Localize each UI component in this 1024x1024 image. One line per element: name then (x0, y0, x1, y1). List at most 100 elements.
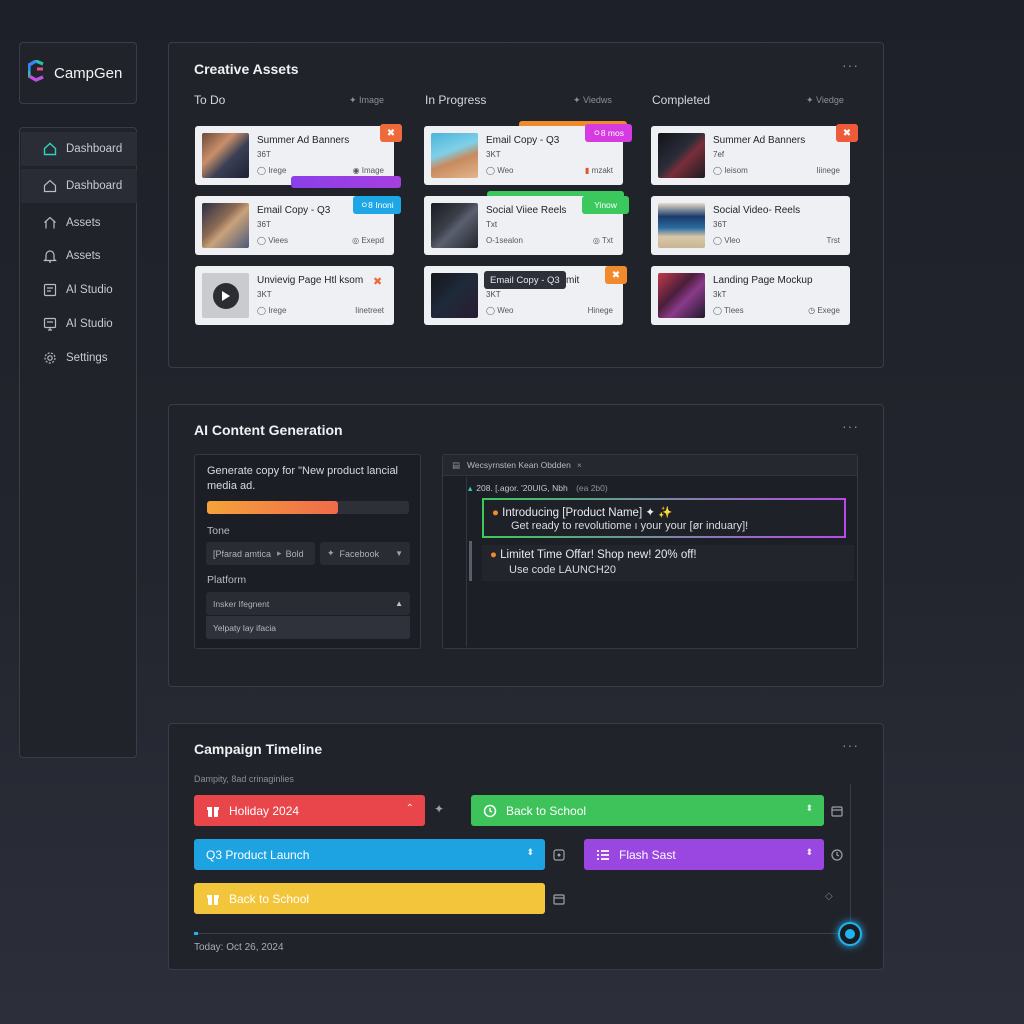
column-meta: ✦ Image (349, 95, 385, 105)
home-icon (43, 142, 57, 156)
card-subtitle: 3KT (486, 150, 501, 159)
chevron-up-icon: ⌃ (405, 803, 414, 814)
asset-card[interactable]: Email Copy - Q3 mit 3KT ◯ Weo Hinege (424, 266, 623, 325)
calendar-icon[interactable] (553, 892, 565, 905)
sidebar-item-label: AI Studio (66, 284, 113, 296)
status-tag[interactable]: Yinow (582, 196, 629, 214)
sidebar-item-label: Dashboard (66, 180, 123, 192)
close-icon[interactable]: ✖ (373, 275, 382, 288)
calendar-icon[interactable] (831, 804, 843, 817)
prompt-text[interactable]: Generate copy for "New product lancial m… (207, 464, 412, 494)
prompt-form: Generate copy for "New product lancial m… (194, 454, 421, 649)
asset-thumbnail (658, 273, 705, 318)
asset-card[interactable]: Summer Ad Banners 7ef ◯ Ieisom Iiinege (651, 126, 850, 185)
sparkle-icon[interactable]: ✦ (434, 802, 444, 816)
generation-progress (207, 501, 409, 514)
chevron-updown-icon: ⬍ (805, 847, 813, 857)
asset-card[interactable]: Landing Page Mockup 3kT ◯ Tlees ◷ Exege (651, 266, 850, 325)
close-tab-icon[interactable]: × (577, 460, 582, 470)
sidebar-item-ai-studio-2[interactable]: AI Studio (21, 307, 137, 341)
platform-select[interactable]: ✦ Facebook ▼ (320, 542, 410, 565)
column-meta: ✦ Viedge (806, 95, 844, 105)
card-meta: ◯ Ieisom (713, 166, 748, 175)
asset-thumbnail (431, 273, 478, 318)
timeline-bar-flash-sale[interactable]: Flash Sast ⬍ (584, 839, 824, 870)
asset-card[interactable]: Social Video- Reels 36T ◯ Vleo Trst (651, 196, 850, 255)
output-suggestion-highlighted[interactable]: ● Introducing [Product Name] ✦ ✨ Get rea… (482, 498, 846, 538)
ai-content-panel: AI Content Generation ··· Generate copy … (168, 404, 884, 687)
close-icon[interactable]: ✖ (836, 124, 858, 142)
fire-icon: ● (490, 549, 497, 561)
campgen-logo-icon (27, 58, 48, 87)
column-header-completed: Completed (652, 93, 711, 107)
card-title: Social Video- Reels (713, 205, 801, 216)
calendar-icon[interactable] (553, 848, 565, 861)
gear-icon (43, 351, 57, 365)
card-meta: Hinege (587, 306, 613, 315)
timeline-bar-holiday-2024[interactable]: Holiday 2024 ⌃ (194, 795, 425, 826)
platform-dropdown[interactable]: Insker Ifegnent ▲ (206, 592, 410, 615)
fire-icon: ● (492, 507, 499, 519)
sidebar-item-ai-studio[interactable]: AI Studio (21, 273, 137, 307)
sidebar-item-settings[interactable]: Settings (21, 341, 137, 375)
home-icon (43, 216, 57, 230)
card-meta: ◎ Exepd (352, 236, 384, 245)
sidebar-item-dashboard[interactable]: Dashboard (21, 132, 137, 166)
sidebar-item-label: Assets (66, 250, 101, 262)
tone-label: Tone (207, 525, 230, 537)
close-icon[interactable]: ✖ (380, 124, 402, 142)
card-meta: ◎ Txt (592, 236, 613, 245)
more-options-icon[interactable]: ··· (842, 737, 859, 753)
sidebar-item-label: AI Studio (66, 318, 113, 330)
output-suggestion[interactable]: ● Limitet Time Offar! Shop new! 20% off!… (482, 545, 854, 581)
card-meta: Iiinege (816, 166, 840, 175)
list-icon (596, 848, 610, 862)
close-icon[interactable]: ✖ (605, 266, 627, 284)
play-icon (212, 282, 239, 309)
sidebar-item-dashboard-2[interactable]: Dashboard (21, 169, 137, 203)
column-header-todo: To Do (194, 93, 226, 107)
sidebar-item-assets[interactable]: Assets (21, 206, 137, 240)
card-meta: ◯ Viees (257, 236, 289, 245)
asset-thumbnail (431, 133, 478, 178)
home-icon (43, 179, 57, 193)
sidebar-item-assets-2[interactable]: Assets (21, 239, 137, 273)
suggestion-line: ● Introducing [Product Name] ✦ ✨ (492, 507, 673, 519)
more-options-icon[interactable]: ··· (842, 418, 859, 434)
output-path: ▴ 208. [.agor. '20UIG, Nbh (ea 2b0) (468, 483, 608, 493)
dropdown-option[interactable]: Yelpaty lay ifacia (206, 616, 410, 639)
clock-icon[interactable] (831, 848, 843, 861)
tone-select[interactable]: [Pfarad amtica ▸ Bold (206, 542, 315, 565)
app-name: CampGen (54, 64, 123, 82)
gutter-line (466, 477, 467, 647)
more-options-icon[interactable]: ··· (842, 57, 859, 73)
sidebar: Dashboard Dashboard Assets Assets AI Stu… (19, 127, 137, 758)
timeline-bar-q3-product-launch[interactable]: Q3 Product Launch ⬍ (194, 839, 545, 870)
asset-thumbnail (202, 203, 249, 248)
chevron-down-icon: ▼ (395, 549, 403, 558)
output-tab-bar: ▤ Wecsyrnsten Kean Obdden × (443, 455, 857, 476)
output-tab[interactable]: Wecsyrnsten Kean Obdden (467, 460, 571, 470)
timeline-bar-back-to-school[interactable]: Back to School ⬍ (471, 795, 824, 826)
progress-bar (291, 176, 401, 188)
asset-thumbnail (431, 203, 478, 248)
gift-icon (206, 892, 220, 906)
status-tag[interactable]: ㅇ8 mos (585, 124, 632, 142)
status-tag[interactable]: ㅇ8 Inoni (353, 196, 401, 214)
today-marker[interactable] (838, 922, 862, 946)
chevron-up-icon: ▲ (395, 599, 403, 608)
card-title: Landing Page Mockup (713, 275, 813, 286)
card-meta: ◯ Vleo (713, 236, 741, 245)
card-subtitle: 36T (713, 220, 727, 229)
timeline-bar-back-to-school-2[interactable]: Back to School (194, 883, 545, 914)
progress-fill (207, 501, 339, 514)
card-title: Email Copy - Q3 (486, 135, 560, 146)
asset-card[interactable]: Unvievig Page Htl ksom 3KT ◯ Irege Iinet… (195, 266, 394, 325)
card-meta: O-1sealon (486, 236, 523, 245)
ai-studio-icon (43, 283, 57, 297)
asset-thumbnail (202, 133, 249, 178)
logo-box[interactable]: CampGen (19, 42, 137, 104)
ai-studio-icon (43, 317, 57, 331)
timeline-subtitle: Dampity, 8ad crinaginlies (194, 774, 294, 784)
card-title-suffix: mit (566, 275, 580, 286)
